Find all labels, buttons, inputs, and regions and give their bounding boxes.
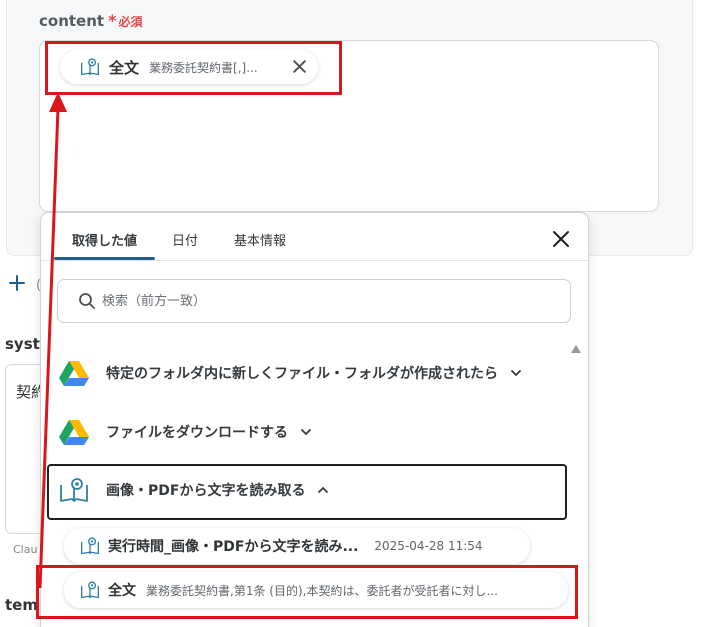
content-field-label: content * 必須 bbox=[39, 11, 142, 30]
google-drive-icon bbox=[59, 361, 89, 386]
section-label: 画像・PDFから文字を読み取る bbox=[106, 483, 306, 499]
system-field-label: syst bbox=[5, 335, 40, 353]
search-field[interactable] bbox=[57, 279, 571, 323]
section-folder-trigger[interactable]: 特定のフォルダ内に新しくファイル・フォルダが作成されたら bbox=[59, 360, 522, 386]
section-ocr[interactable]: 画像・PDFから文字を読み取る bbox=[59, 477, 329, 503]
active-tab-indicator bbox=[54, 257, 155, 260]
tab-date[interactable]: 日付 bbox=[172, 230, 198, 249]
google-drive-icon bbox=[59, 420, 89, 445]
value-item-date: 2025-04-28 11:54 bbox=[374, 539, 483, 553]
annotation-highlight-top bbox=[45, 41, 342, 95]
chevron-down-icon bbox=[301, 429, 311, 435]
search-input[interactable] bbox=[102, 293, 542, 309]
section-label: ファイルをダウンロードする bbox=[106, 425, 288, 441]
close-icon[interactable] bbox=[552, 230, 570, 248]
value-item-title: 実行時間_画像・PDFから文字を読み... bbox=[108, 539, 359, 555]
popup-tabs: 取得した値 日付 基本情報 bbox=[41, 213, 588, 261]
ocr-book-icon bbox=[60, 478, 88, 502]
section-label: 特定のフォルダ内に新しくファイル・フォルダが作成されたら bbox=[106, 366, 498, 382]
tab-basic-info[interactable]: 基本情報 bbox=[234, 230, 286, 249]
field-hint-fragment: Clau bbox=[13, 543, 38, 556]
field-label-text: content bbox=[39, 12, 105, 30]
search-icon bbox=[79, 293, 95, 309]
scroll-up-arrow[interactable] bbox=[571, 345, 581, 353]
tab-retrieved-values[interactable]: 取得した値 bbox=[72, 230, 137, 249]
section-download-file[interactable]: ファイルをダウンロードする bbox=[59, 419, 312, 445]
chevron-down-icon bbox=[511, 370, 521, 376]
chevron-up-icon bbox=[318, 487, 329, 493]
value-item-execution-time[interactable]: 実行時間_画像・PDFから文字を読み... 2025-04-28 11:54 bbox=[64, 528, 530, 564]
template-field-label: tem bbox=[5, 596, 38, 614]
ocr-book-icon bbox=[81, 537, 100, 555]
required-badge: 必須 bbox=[118, 15, 143, 29]
add-icon[interactable] bbox=[8, 274, 26, 292]
required-star: * bbox=[108, 11, 117, 30]
annotation-highlight-bottom bbox=[36, 565, 578, 619]
